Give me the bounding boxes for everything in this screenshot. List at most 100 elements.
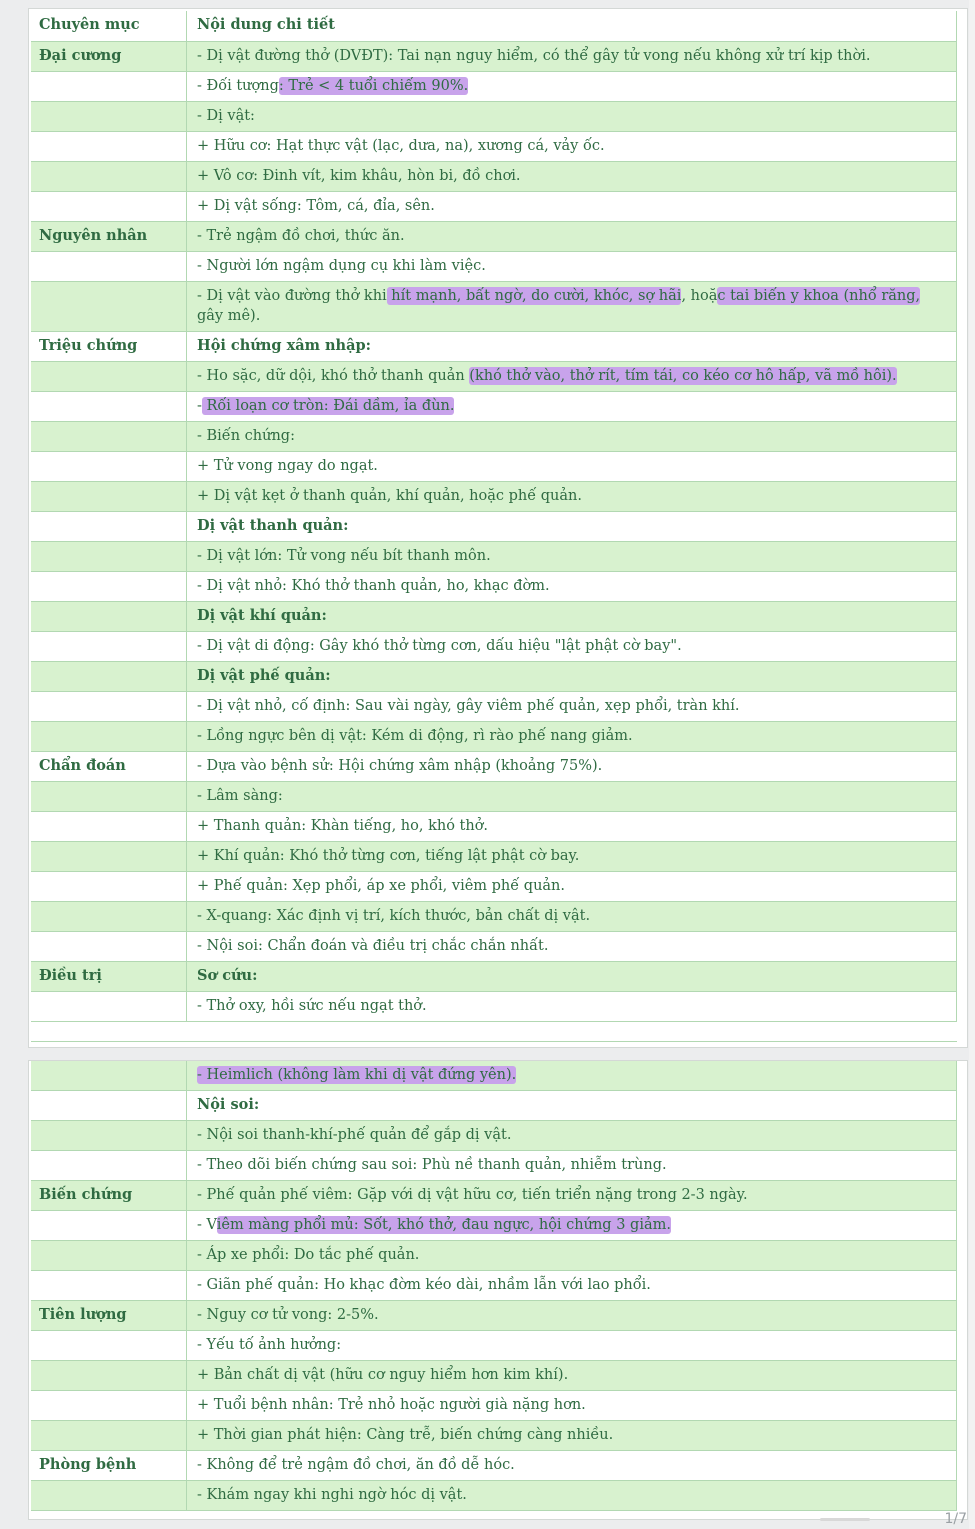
detail-cell: - Trẻ ngậm đồ chơi, thức ăn. [186, 222, 957, 251]
table-row: - Dị vật: [31, 102, 957, 132]
table-row: - Dị vật nhỏ, cố định: Sau vài ngày, gây… [31, 692, 957, 722]
category-cell [31, 452, 186, 481]
table-row: Biến chứng - Phế quản phế viêm: Gặp với d… [31, 1181, 957, 1211]
table-row: + Hữu cơ: Hạt thực vật (lạc, dưa, na), x… [31, 132, 957, 162]
table-row: + Khí quản: Khó thở từng cơn, tiếng lật … [31, 842, 957, 872]
category-cell [31, 252, 186, 281]
detail-cell: - Khám ngay khi nghi ngờ hóc dị vật. [186, 1481, 957, 1510]
detail-cell: + Thanh quản: Khàn tiếng, ho, khó thở. [186, 812, 957, 841]
detail-cell: - Lâm sàng: [186, 782, 957, 811]
category-cell: Phòng bệnh [39, 1456, 137, 1473]
detail-cell: - Dị vật nhỏ, cố định: Sau vài ngày, gây… [186, 692, 957, 721]
document-page-1: Chuyên mục Nội dung chi tiết Đại cương - Dị… [28, 8, 968, 1048]
table-row: Dị vật khí quản: [31, 602, 957, 632]
category-cell [31, 632, 186, 661]
table-row: Triệu chứng Hội chứng xâm nhập: [31, 332, 957, 362]
table-row: - Rối loạn cơ tròn: Đái dầm, ỉa đùn. [31, 392, 957, 422]
highlighted-text: c tai biến y khoa (nhổ răng, [717, 287, 921, 305]
detail-cell: - Thở oxy, hồi sức nếu ngạt thở. [186, 992, 957, 1021]
detail-cell: + Khí quản: Khó thở từng cơn, tiếng lật … [186, 842, 957, 871]
table-row: Dị vật thanh quản: [31, 512, 957, 542]
category-cell: Biến chứng [39, 1186, 133, 1203]
category-cell [31, 162, 186, 191]
table-row: + Phế quản: Xẹp phổi, áp xe phổi, viêm p… [31, 872, 957, 902]
detail-cell: + Tử vong ngay do ngạt. [186, 452, 957, 481]
column-header-detail: Nội dung chi tiết [186, 11, 957, 41]
table-row: - Giãn phế quản: Ho khạc đờm kéo dài, nh… [31, 1271, 957, 1301]
category-cell [31, 662, 186, 691]
detail-cell: + Tuổi bệnh nhân: Trẻ nhỏ hoặc người già… [186, 1391, 957, 1420]
category-cell [31, 1151, 186, 1180]
table-row: Nguyên nhân - Trẻ ngậm đồ chơi, thức ăn. [31, 222, 957, 252]
detail-cell: - Ho sặc, dữ dội, khó thở thanh quản (kh… [186, 362, 957, 391]
table-row: Nội soi: [31, 1091, 957, 1121]
category-cell [31, 1211, 186, 1240]
category-cell [31, 1241, 186, 1270]
table-row: Dị vật phế quản: [31, 662, 957, 692]
table-row: - Đối tượng: Trẻ < 4 tuổi chiếm 90%. [31, 72, 957, 102]
detail-cell: + Bản chất dị vật (hữu cơ nguy hiểm hơn … [186, 1361, 957, 1390]
table-row: + Thanh quản: Khàn tiếng, ho, khó thở. [31, 812, 957, 842]
column-header-category: Chuyên mục [39, 16, 140, 33]
document-page-2: - Heimlich (không làm khi dị vật đứng yê… [28, 1060, 968, 1520]
table-row: - X-quang: Xác định vị trí, kích thước, … [31, 902, 957, 932]
table-row: - Lâm sàng: [31, 782, 957, 812]
table-row: + Tử vong ngay do ngạt. [31, 452, 957, 482]
category-cell [31, 1271, 186, 1300]
highlighted-text: - Heimlich (không làm khi dị vật đứng yê… [197, 1066, 517, 1084]
table-row: - Dị vật di động: Gây khó thở từng cơn, … [31, 632, 957, 662]
detail-cell: - Theo dõi biến chứng sau soi: Phù nề th… [186, 1151, 957, 1180]
table-row: - Áp xe phổi: Do tắc phế quản. [31, 1241, 957, 1271]
detail-cell: - Yếu tố ảnh hưởng: [186, 1331, 957, 1360]
detail-text: gây mê). [197, 308, 261, 324]
table-row: - Nội soi thanh-khí-phế quản để gắp dị v… [31, 1121, 957, 1151]
detail-text: - V [197, 1217, 217, 1233]
detail-cell: + Vô cơ: Đinh vít, kim khâu, hòn bi, đồ … [186, 162, 957, 191]
category-cell [31, 1481, 186, 1510]
category-cell [31, 1421, 186, 1450]
category-cell [31, 422, 186, 451]
page-number: 1/7 [944, 1511, 967, 1527]
detail-cell: Hội chứng xâm nhập: [186, 332, 957, 361]
detail-cell: Dị vật khí quản: [186, 602, 957, 631]
vertical-scrollbar[interactable] [969, 0, 975, 1529]
highlighted-text: : Trẻ < 4 tuổi chiếm 90%. [278, 77, 469, 95]
detail-cell: - Dị vật: [186, 102, 957, 131]
detail-cell: - Nội soi: Chẩn đoán và điều trị chắc ch… [186, 932, 957, 961]
category-cell [31, 1361, 186, 1390]
detail-text: - Đối tượng [197, 78, 279, 94]
detail-cell: - Dị vật đường thở (DVĐT): Tai nạn nguy … [186, 42, 957, 71]
category-cell [31, 1391, 186, 1420]
detail-cell: + Hữu cơ: Hạt thực vật (lạc, dưa, na), x… [186, 132, 957, 161]
category-cell [31, 1331, 186, 1360]
category-cell [31, 362, 186, 391]
detail-cell: + Dị vật sống: Tôm, cá, đỉa, sên. [186, 192, 957, 221]
category-cell [31, 842, 186, 871]
table-row: Đại cương - Dị vật đường thở (DVĐT): Tai … [31, 42, 957, 72]
horizontal-scroll-indicator[interactable] [820, 1518, 870, 1521]
table-row: + Thời gian phát hiện: Càng trễ, biến ch… [31, 1421, 957, 1451]
detail-cell: - Lồng ngực bên dị vật: Kém di động, rì … [186, 722, 957, 751]
detail-cell: - Dị vật lớn: Tử vong nếu bít thanh môn. [186, 542, 957, 571]
highlighted-text: iêm màng phổi mủ: Sốt, khó thở, đau ngực… [216, 1216, 671, 1234]
table-row: Chẩn đoán - Dựa vào bệnh sử: Hội chứng xâ… [31, 752, 957, 782]
table-row: - Theo dõi biến chứng sau soi: Phù nề th… [31, 1151, 957, 1181]
category-cell [31, 72, 186, 101]
table-row: - Ho sặc, dữ dội, khó thở thanh quản (kh… [31, 362, 957, 392]
table-row: - Nội soi: Chẩn đoán và điều trị chắc ch… [31, 932, 957, 962]
detail-cell: - Không để trẻ ngậm đồ chơi, ăn đồ dễ hó… [186, 1451, 957, 1480]
category-cell [31, 132, 186, 161]
detail-text: - Ho sặc, dữ dội, khó thở thanh quản [197, 368, 470, 384]
category-cell: Điều trị [39, 967, 102, 984]
detail-cell: Sơ cứu: [186, 962, 957, 991]
detail-cell: - Biến chứng: [186, 422, 957, 451]
category-cell [31, 192, 186, 221]
highlighted-text: Rối loạn cơ tròn: Đái dầm, ỉa đùn. [201, 397, 455, 415]
category-cell: Đại cương [39, 47, 122, 64]
table-row: - Yếu tố ảnh hưởng: [31, 1331, 957, 1361]
table-row: - Thở oxy, hồi sức nếu ngạt thở. [31, 992, 957, 1022]
detail-cell: + Dị vật kẹt ở thanh quản, khí quản, hoặ… [186, 482, 957, 511]
detail-text: , hoặ [681, 288, 718, 304]
table-row: - Khám ngay khi nghi ngờ hóc dị vật. [31, 1481, 957, 1511]
detail-cell: - Viêm màng phổi mủ: Sốt, khó thở, đau n… [186, 1211, 957, 1240]
